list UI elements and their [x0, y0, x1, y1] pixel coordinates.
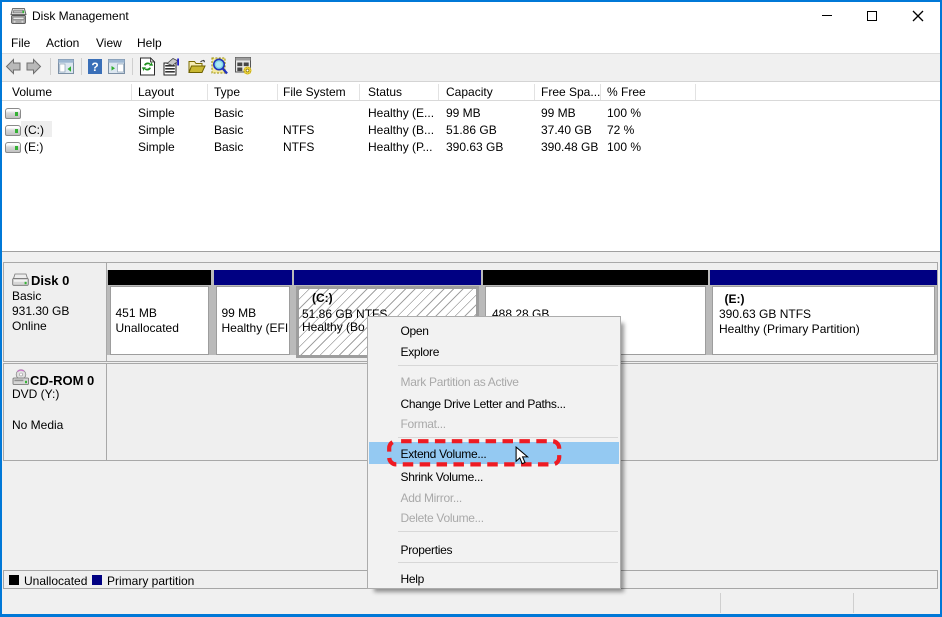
svg-text:?: ? [91, 60, 98, 74]
